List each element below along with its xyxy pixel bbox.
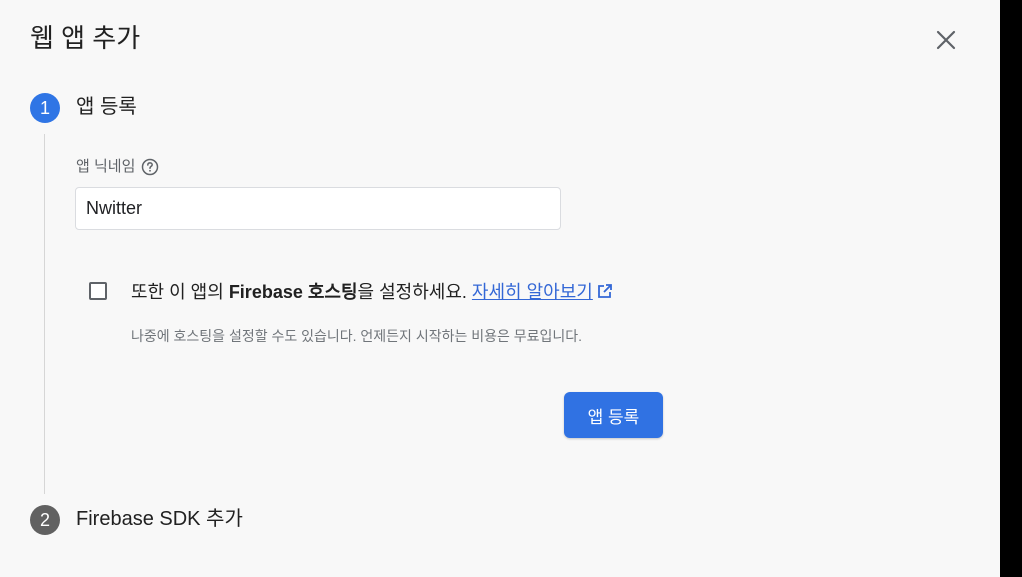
learn-more-text: 자세히 알아보기	[471, 282, 593, 302]
help-circle-icon[interactable]	[141, 158, 159, 176]
hosting-note: 나중에 호스팅을 설정할 수도 있습니다. 언제든지 시작하는 비용은 무료입니…	[131, 328, 583, 344]
step-1-indicator: 1	[30, 93, 60, 123]
nickname-label-text: 앱 닉네임	[76, 158, 136, 175]
step-connector-line	[44, 134, 45, 494]
hosting-option-text: 또한 이 앱의 Firebase 호스팅을 설정하세요. 자세히 알아보기	[131, 280, 613, 304]
hosting-checkbox[interactable]	[89, 282, 107, 300]
hosting-text-suffix: 을 설정하세요.	[357, 282, 472, 302]
learn-more-link[interactable]: 자세히 알아보기	[472, 282, 613, 302]
step-2-indicator: 2	[30, 505, 60, 535]
nickname-input[interactable]	[75, 187, 561, 230]
nickname-label: 앱 닉네임	[76, 157, 159, 177]
step-2-title: Firebase SDK 추가	[76, 508, 243, 530]
hosting-text-bold: Firebase 호스팅	[228, 282, 358, 302]
close-button[interactable]	[932, 26, 960, 54]
close-icon	[936, 30, 956, 50]
external-link-icon	[597, 284, 612, 298]
dialog-title: 웹 앱 추가	[30, 23, 141, 53]
hosting-text-prefix: 또한 이 앱의	[131, 282, 229, 302]
register-app-button[interactable]: 앱 등록	[564, 392, 663, 438]
step-1-title: 앱 등록	[76, 96, 137, 118]
add-web-app-dialog: 웹 앱 추가 1 앱 등록 앱 닉네임 또한 이 앱의 Firebase 호스팅…	[0, 0, 1000, 577]
